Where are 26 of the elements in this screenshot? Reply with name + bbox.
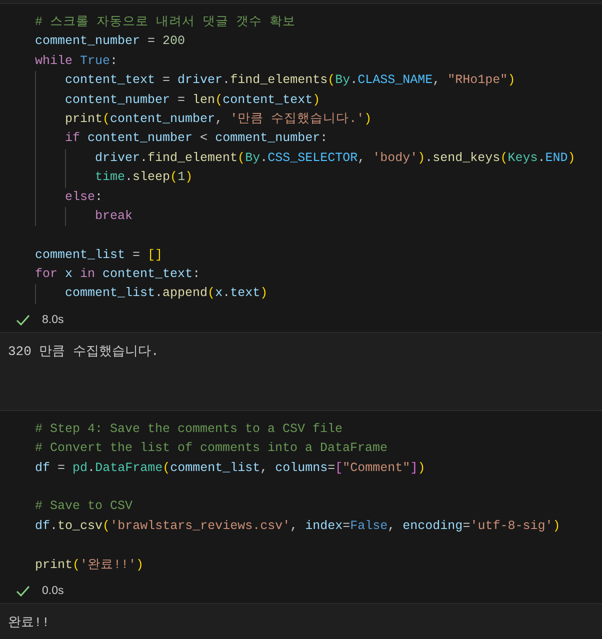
code-line: comment_number = 200 xyxy=(35,33,186,50)
code-line: for x in content_text: xyxy=(35,266,200,284)
code-line: # 스크롤 자동으로 내려서 댓글 갯수 확보 xyxy=(35,14,296,31)
code-line: else: xyxy=(65,188,103,206)
code-line: df.to_csv('brawlstars_reviews.csv', index=False, encoding='utf-8-sig') xyxy=(35,518,560,535)
code-line: # Step 4: Save the comments to a CSV file xyxy=(35,420,343,438)
code-line: comment_list = [] xyxy=(35,246,163,264)
code-line: # Convert the list of comments into a DataFrame xyxy=(35,440,388,458)
code-line: # Save to CSV xyxy=(35,498,133,516)
code-line: time.sleep(1) xyxy=(95,169,193,186)
cell-output: 320 만큼 수집했습니다. xyxy=(8,344,159,359)
code-line: while True: xyxy=(35,52,118,70)
code-line: content_number = len(content_text) xyxy=(65,92,320,109)
code-line: if content_number < comment_number: xyxy=(65,130,328,148)
cell-output: 완료!! xyxy=(8,614,50,630)
code-line: df = pd.DataFrame(comment_list, columns=["Comment"]) xyxy=(35,460,426,477)
code-line: driver.find_element(By.CSS_SELECTOR, 'body').send_keys(Keys.END) xyxy=(95,150,576,167)
code-cell[interactable] xyxy=(0,3,602,333)
code-cell[interactable] xyxy=(0,410,602,604)
code-line: print('완료!!') xyxy=(35,556,144,574)
execution-time: 0.0s xyxy=(42,584,64,597)
code-line: print(content_number, '만큼 수집했습니다.') xyxy=(65,110,372,128)
code-line: break xyxy=(95,208,133,225)
execution-time: 8.0s xyxy=(42,314,64,326)
code-line: content_text = driver.find_elements(By.CLASS_NAME, "RHo1pe") xyxy=(65,72,516,90)
code-line: comment_list.append(x.text) xyxy=(65,285,268,302)
